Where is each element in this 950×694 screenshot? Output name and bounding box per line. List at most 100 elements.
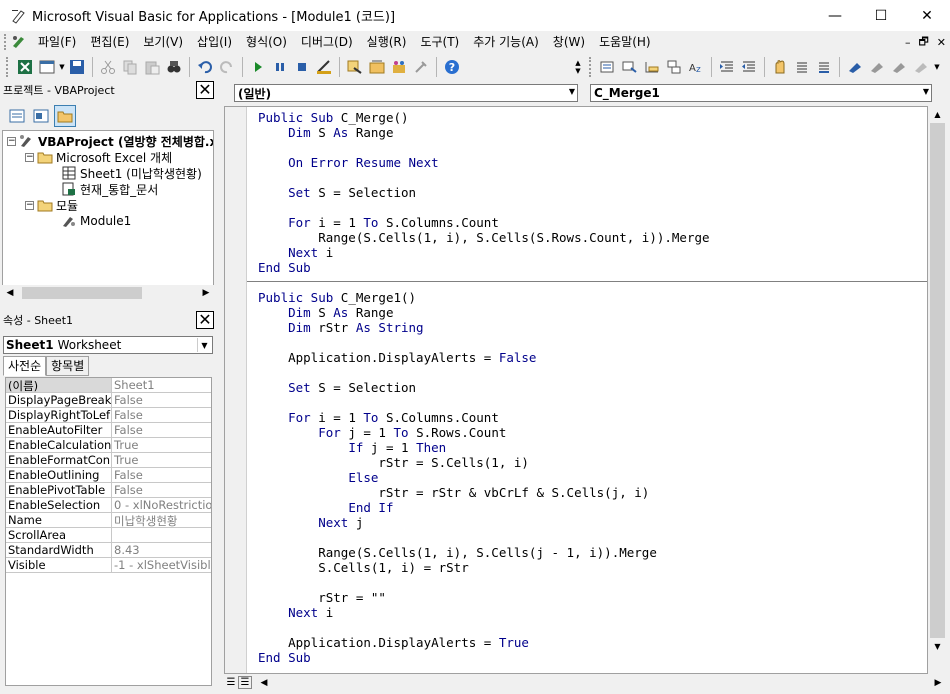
property-value[interactable]: False [112, 393, 211, 407]
code-line[interactable]: If j = 1 Then [258, 440, 710, 455]
code-line[interactable]: rStr = "" [258, 590, 710, 605]
property-row[interactable]: EnableAutoFilter False [6, 423, 211, 438]
toggle-bookmark-icon[interactable] [844, 56, 866, 78]
undo-icon[interactable] [194, 56, 216, 78]
code-line[interactable]: Next j [258, 515, 710, 530]
code-line[interactable]: Public Sub C_Merge() [258, 110, 710, 125]
scroll-right-icon[interactable]: ▶ [198, 288, 214, 298]
procedure-combo[interactable]: C_Merge1 ▼ [590, 84, 932, 102]
menu-item[interactable]: 실행(R) [360, 32, 414, 52]
code-line[interactable] [258, 140, 710, 155]
margin-indicator-bar[interactable] [225, 107, 247, 673]
menu-item[interactable]: 창(W) [546, 32, 592, 52]
code-line[interactable] [258, 365, 710, 380]
next-bookmark-icon[interactable] [866, 56, 888, 78]
menu-item[interactable]: 보기(V) [136, 32, 190, 52]
full-module-view-icon[interactable]: ☰ [238, 676, 252, 689]
code-line[interactable] [258, 620, 710, 635]
collapse-toggle-icon[interactable]: − [25, 152, 34, 162]
code-line[interactable]: Dim rStr As String [258, 320, 710, 335]
reset-icon[interactable] [291, 56, 313, 78]
property-row[interactable]: EnableFormatCon True [6, 453, 211, 468]
code-line[interactable]: Else [258, 470, 710, 485]
code-line[interactable]: Range(S.Cells(1, i), S.Cells(S.Rows.Coun… [258, 230, 709, 245]
project-explorer-icon[interactable] [344, 56, 366, 78]
property-value[interactable]: False [112, 423, 211, 437]
view-object-icon[interactable] [30, 105, 52, 127]
outdent-icon[interactable] [738, 56, 760, 78]
property-value[interactable]: False [112, 483, 211, 497]
code-line[interactable] [258, 200, 710, 215]
code-line[interactable]: End Sub [258, 650, 710, 665]
parameter-info-icon[interactable] [663, 56, 685, 78]
indent-icon[interactable] [716, 56, 738, 78]
code-line[interactable]: On Error Resume Next [258, 155, 710, 170]
code-line[interactable]: Dim S As Range [258, 125, 710, 140]
property-value[interactable]: -1 - xlSheetVisible [112, 558, 211, 572]
code-line[interactable]: End Sub [258, 260, 710, 275]
menu-grip[interactable] [4, 34, 8, 50]
dropdown-arrow-icon[interactable]: ▼ [197, 338, 211, 352]
property-row[interactable]: DisplayRightToLef False [6, 408, 211, 423]
code-line[interactable] [258, 395, 710, 410]
code-line[interactable]: rStr = rStr & vbCrLf & S.Cells(j, i) [258, 485, 710, 500]
menu-item[interactable]: 추가 기능(A) [466, 32, 546, 52]
code-line[interactable] [258, 335, 710, 350]
tree-node-modules[interactable]: − 모듈 [25, 197, 78, 213]
property-value[interactable]: True [112, 453, 211, 467]
object-browser-icon[interactable] [388, 56, 410, 78]
code-editor[interactable]: Public Sub C_Merge() Dim S As Range On E… [224, 106, 928, 674]
help-icon[interactable]: ? [441, 56, 463, 78]
tree-node-module1[interactable]: Module1 [61, 213, 131, 229]
procedure-view-icon[interactable]: ☰ [224, 677, 238, 688]
maximize-button[interactable]: ☐ [858, 0, 904, 31]
uncomment-block-icon[interactable] [813, 56, 835, 78]
property-row[interactable]: ScrollArea [6, 528, 211, 543]
property-value[interactable]: 미납학생현황 [112, 513, 211, 527]
menu-item[interactable]: 형식(O) [239, 32, 294, 52]
list-properties-icon[interactable] [597, 56, 619, 78]
code-line[interactable] [258, 575, 710, 590]
property-row[interactable]: (이름) Sheet1 [6, 378, 211, 393]
scroll-down-icon[interactable]: ▼ [929, 638, 946, 655]
toggle-folders-icon[interactable] [54, 105, 76, 127]
property-value[interactable]: False [112, 408, 211, 422]
tree-node-sheet1[interactable]: Sheet1 (미납학생현황) [61, 165, 202, 181]
complete-word-icon[interactable]: Az [685, 56, 707, 78]
scroll-thumb[interactable] [22, 287, 142, 299]
code-line[interactable] [258, 530, 710, 545]
tree-node-vbaproject[interactable]: − VBAProject (열방향 전체병합.xlsm) [7, 133, 213, 149]
code-line[interactable] [258, 170, 710, 185]
property-value[interactable]: 8.43 [112, 543, 211, 557]
mdi-close-button[interactable]: ✕ [937, 36, 946, 49]
list-constants-icon[interactable] [619, 56, 641, 78]
comment-block-icon[interactable] [791, 56, 813, 78]
toolbar-grip[interactable] [589, 57, 593, 77]
code-line[interactable]: Set S = Selection [258, 380, 710, 395]
code-line[interactable]: Set S = Selection [258, 185, 710, 200]
scroll-left-icon[interactable]: ◀ [2, 288, 18, 298]
insert-userform-icon[interactable] [36, 56, 58, 78]
scroll-right-icon[interactable]: ▶ [930, 678, 946, 688]
copy-icon[interactable] [119, 56, 141, 78]
code-line[interactable]: Dim S As Range [258, 305, 710, 320]
run-icon[interactable] [247, 56, 269, 78]
property-value[interactable]: True [112, 438, 211, 452]
code-line[interactable]: Public Sub C_Merge1() [258, 290, 710, 305]
property-value[interactable]: False [112, 468, 211, 482]
property-value[interactable]: 0 - xlNoRestrictions [112, 498, 211, 512]
menu-item[interactable]: 파일(F) [31, 32, 83, 52]
menu-item[interactable]: 디버그(D) [294, 32, 360, 52]
project-hscrollbar[interactable]: ◀ ▶ [2, 285, 214, 301]
code-line[interactable]: Range(S.Cells(1, i), S.Cells(j - 1, i)).… [258, 545, 710, 560]
toolbar-overflow-icon[interactable]: ▼ [932, 56, 942, 78]
property-value[interactable] [112, 528, 211, 542]
view-excel-icon[interactable] [14, 56, 36, 78]
excel-view-icon[interactable] [11, 34, 29, 50]
project-close-button[interactable]: ✕ [196, 81, 214, 99]
scroll-left-icon[interactable]: ◀ [256, 678, 272, 688]
clear-bookmarks-icon[interactable] [910, 56, 932, 78]
property-row[interactable]: StandardWidth 8.43 [6, 543, 211, 558]
tree-node-workbook[interactable]: 현재_통합_문서 [61, 181, 158, 197]
code-line[interactable]: Application.DisplayAlerts = False [258, 350, 710, 365]
